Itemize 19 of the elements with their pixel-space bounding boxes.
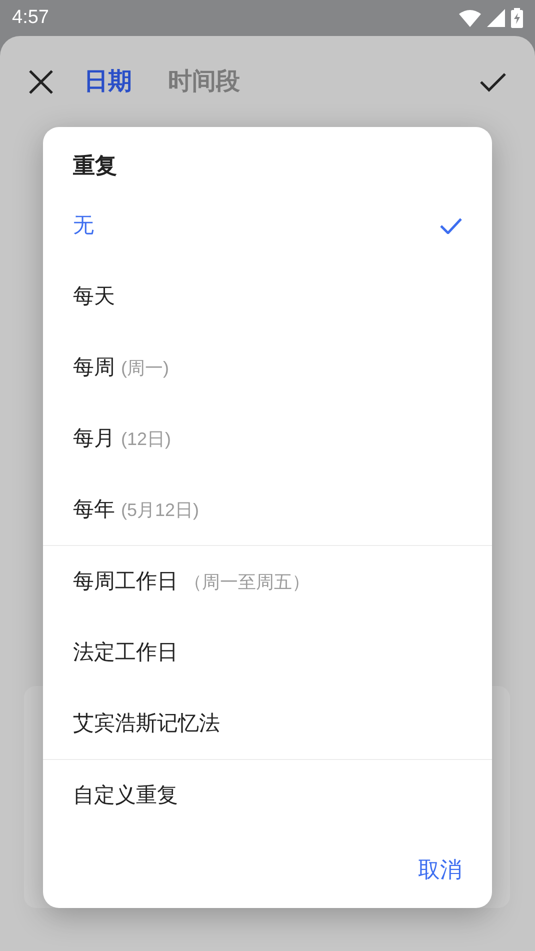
tab[interactable]: 日期 xyxy=(84,64,132,100)
check-icon xyxy=(440,218,462,234)
repeat-option[interactable]: 无 xyxy=(43,190,492,261)
repeat-option[interactable]: 法定工作日 xyxy=(43,617,492,688)
repeat-option[interactable]: 艾宾浩斯记忆法 xyxy=(43,688,492,759)
close-icon[interactable] xyxy=(28,69,54,95)
battery-icon xyxy=(511,8,523,28)
repeat-option[interactable]: 每月 (12日) xyxy=(43,403,492,474)
dialog-title: 重复 xyxy=(72,152,118,180)
repeat-option[interactable]: 每周工作日 （周一至周五） xyxy=(43,546,492,617)
signal-icon xyxy=(487,9,505,27)
repeat-option[interactable]: 每天 xyxy=(43,261,492,332)
repeat-option[interactable]: 每年 (5月12日) xyxy=(43,474,492,545)
wifi-icon xyxy=(459,10,481,26)
status-time: 4:57 xyxy=(12,6,49,30)
repeat-option[interactable]: 每周 (周一) xyxy=(43,332,492,403)
cancel-button[interactable]: 取消 xyxy=(418,853,462,886)
confirm-check-icon[interactable] xyxy=(479,71,507,93)
repeat-option[interactable]: 自定义重复 xyxy=(43,760,492,831)
